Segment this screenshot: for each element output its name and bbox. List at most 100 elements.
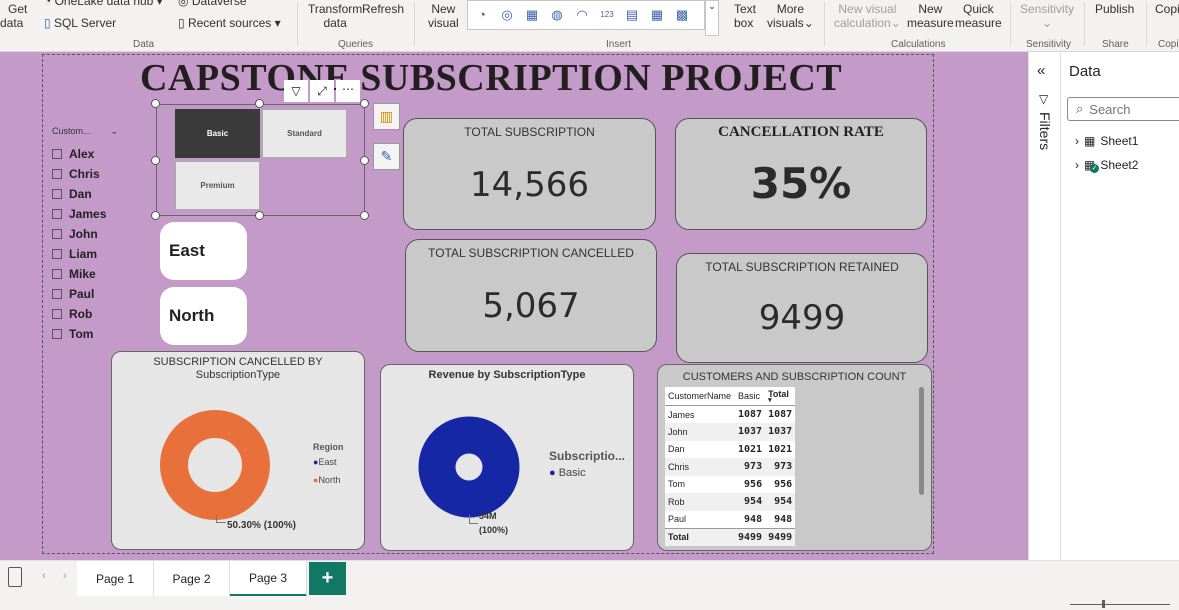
slicer-item[interactable]: Tom	[52, 324, 122, 344]
donut-chart-icon[interactable]: ◎	[498, 6, 516, 24]
column-header[interactable]: Basic	[735, 387, 766, 406]
onelake-button[interactable]: ◔ OneLake data hub ▾	[44, 0, 163, 8]
tab-page-2[interactable]: Page 2	[154, 561, 230, 597]
checkbox[interactable]	[52, 229, 62, 239]
slicer-item[interactable]: James	[52, 204, 122, 224]
table-row-total[interactable]: Total 9499 9499	[665, 528, 796, 546]
dataverse-button[interactable]: ◎ Dataverse	[178, 0, 247, 8]
card-total-cancelled[interactable]: TOTAL SUBSCRIPTION CANCELLED 5,067	[405, 239, 657, 352]
focus-mode-icon[interactable]: ⤢	[310, 80, 334, 102]
data-search-field[interactable]: ⌕	[1067, 97, 1179, 121]
gauge-icon[interactable]: ◠	[573, 6, 591, 24]
resize-handle[interactable]	[360, 211, 369, 220]
tile-premium[interactable]: Premium	[175, 161, 260, 210]
resize-handle[interactable]	[151, 211, 160, 220]
new-visual-calculation-button[interactable]: New visual calculation⌄	[834, 2, 901, 30]
region-pill-north[interactable]: North	[160, 287, 247, 345]
donut-chart-cancelled[interactable]: SUBSCRIPTION CANCELLED BY SubscriptionTy…	[111, 351, 365, 550]
slicer-item[interactable]: Chris	[52, 164, 122, 184]
get-data-button[interactable]: Get data	[0, 2, 27, 30]
publish-button[interactable]: Publish	[1095, 2, 1134, 16]
tab-page-1[interactable]: Page 1	[77, 561, 154, 597]
slicer-item[interactable]: Liam	[52, 244, 122, 264]
region-pill-east[interactable]: East	[160, 222, 247, 280]
table-item-sheet1[interactable]: › ▦ Sheet1	[1075, 134, 1138, 148]
zoom-slider[interactable]	[1070, 604, 1170, 605]
legend-item-east[interactable]: ●East	[313, 457, 336, 467]
table-icon[interactable]: ▦	[648, 6, 666, 24]
more-options-icon[interactable]: ⋯	[336, 80, 360, 102]
slicer-item[interactable]: Rob	[52, 304, 122, 324]
donut-chart-revenue[interactable]: Revenue by SubscriptionType Subscriptio.…	[380, 364, 634, 551]
legend-item-basic[interactable]: ● Basic	[549, 467, 586, 479]
slicer-item[interactable]: Mike	[52, 264, 122, 284]
collapse-chevron-icon[interactable]: «	[1037, 62, 1045, 79]
add-page-button[interactable]: +	[309, 562, 346, 595]
filter-icon[interactable]: ▽	[284, 80, 308, 102]
sql-server-button[interactable]: ▯ SQL Server	[44, 16, 116, 30]
subscription-type-slicer[interactable]: Basic Standard Premium	[156, 104, 365, 216]
checkbox[interactable]	[52, 149, 62, 159]
table-item-sheet2[interactable]: › ▦ ✓ Sheet2	[1075, 158, 1138, 173]
tile-basic[interactable]: Basic	[175, 109, 260, 158]
column-header-total[interactable]: Total ▾	[765, 387, 796, 406]
card-total-retained[interactable]: TOTAL SUBSCRIPTION RETAINED 9499	[676, 253, 928, 363]
resize-handle[interactable]	[360, 156, 369, 165]
checkbox[interactable]	[52, 169, 62, 179]
copilot-button[interactable]: Copi	[1155, 2, 1179, 16]
resize-handle[interactable]	[151, 99, 160, 108]
table-row[interactable]: Chris 973 973	[665, 458, 796, 476]
resize-handle[interactable]	[255, 99, 264, 108]
transform-data-button[interactable]: Transform data	[308, 2, 362, 30]
donut-slice-basic[interactable]	[418, 416, 520, 518]
resize-handle[interactable]	[151, 156, 160, 165]
mobile-layout-icon[interactable]	[8, 567, 22, 587]
quick-measure-button[interactable]: Quick measure	[955, 2, 1002, 30]
slicer-item[interactable]: John	[52, 224, 122, 244]
new-measure-button[interactable]: New measure	[907, 2, 954, 30]
tab-page-3[interactable]: Page 3	[230, 561, 307, 597]
kpi-icon[interactable]: ▤	[623, 6, 641, 24]
pie-chart-icon[interactable]: ◔	[473, 6, 491, 24]
slicer-item[interactable]: Paul	[52, 284, 122, 304]
slicer-item[interactable]: Alex	[52, 144, 122, 164]
table-row[interactable]: John 1037 1037	[665, 423, 796, 441]
table-row[interactable]: Tom 956 956	[665, 476, 795, 494]
gallery-expand-button[interactable]: ⌄	[705, 0, 719, 36]
matrix-visual[interactable]: CUSTOMERS AND SUBSCRIPTION COUNT Custome…	[657, 364, 932, 551]
card-icon[interactable]: 123	[598, 6, 616, 24]
refresh-button[interactable]: Refresh	[362, 2, 404, 16]
table-row[interactable]: Rob 954 954	[665, 493, 796, 511]
matrix-icon[interactable]: ▩	[673, 6, 691, 24]
checkbox[interactable]	[52, 209, 62, 219]
data-search-input[interactable]	[1089, 101, 1160, 117]
table-row[interactable]: James 1087 1087	[665, 406, 795, 424]
legend-item-north[interactable]: ●North	[313, 475, 340, 485]
column-header[interactable]: CustomerName	[665, 387, 735, 406]
text-box-button[interactable]: Text box	[734, 2, 756, 30]
slicer-item[interactable]: Dan	[52, 184, 122, 204]
zoom-slider-thumb[interactable]	[1102, 600, 1105, 608]
map-icon[interactable]: ◍	[548, 6, 566, 24]
checkbox[interactable]	[52, 329, 62, 339]
resize-handle[interactable]	[255, 211, 264, 220]
filters-pane-label[interactable]: Filters	[1037, 112, 1053, 150]
format-visual-icon[interactable]: ✎	[373, 143, 400, 170]
chevron-down-icon[interactable]: ⌄	[110, 126, 118, 140]
donut-slice-north[interactable]	[160, 410, 270, 520]
sensitivity-button[interactable]: Sensitivity ⌄	[1020, 2, 1074, 30]
table-row[interactable]: Paul 948 948	[665, 511, 795, 529]
card-total-subscription[interactable]: TOTAL SUBSCRIPTION 14,566	[403, 118, 656, 230]
build-visual-icon[interactable]: ▥	[373, 103, 400, 130]
treemap-icon[interactable]: ▦	[523, 6, 541, 24]
tab-scroll-left-icon[interactable]: ‹	[42, 570, 46, 582]
recent-sources-button[interactable]: ▯ Recent sources ▾	[178, 16, 281, 30]
more-visuals-button[interactable]: More visuals⌄	[767, 2, 814, 30]
card-cancellation-rate[interactable]: CANCELLATION RATE 35%	[675, 118, 927, 230]
tab-scroll-right-icon[interactable]: ›	[63, 570, 67, 582]
checkbox[interactable]	[52, 249, 62, 259]
checkbox[interactable]	[52, 269, 62, 279]
table-row[interactable]: Dan 1021 1021	[665, 441, 795, 459]
tile-standard[interactable]: Standard	[262, 109, 347, 158]
checkbox[interactable]	[52, 289, 62, 299]
